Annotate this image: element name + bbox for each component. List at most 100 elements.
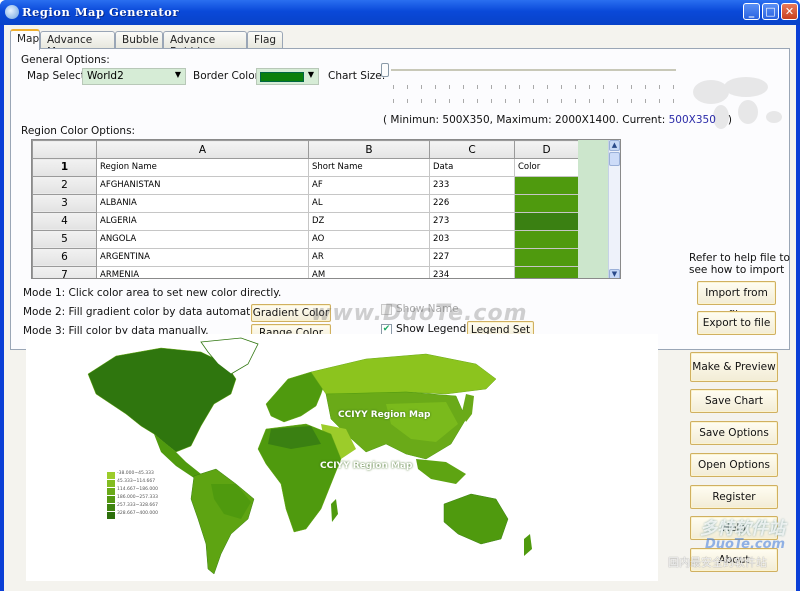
header-cell-region-name[interactable]: Region Name bbox=[96, 158, 309, 177]
cell-short-name[interactable]: DZ bbox=[308, 211, 430, 231]
chart-size-label: Chart Size: bbox=[328, 70, 386, 82]
app-icon bbox=[5, 5, 19, 19]
slider-tick bbox=[575, 85, 576, 89]
cell-color[interactable] bbox=[514, 247, 579, 267]
import-from-file-button[interactable]: Import from file bbox=[697, 281, 776, 321]
table-row: 5 ANGOLA AO 203 bbox=[32, 229, 579, 249]
column-header-c[interactable]: C bbox=[429, 140, 515, 159]
header-cell-data[interactable]: Data bbox=[429, 158, 515, 177]
chart-size-slider-thumb[interactable] bbox=[381, 63, 389, 77]
row-header[interactable]: 3 bbox=[32, 193, 97, 213]
cell-region-name[interactable]: ALGERIA bbox=[96, 211, 309, 231]
slider-tick bbox=[421, 99, 422, 103]
slider-tick bbox=[575, 99, 576, 103]
row-header[interactable]: 7 bbox=[32, 265, 97, 278]
region-table: A B C D 1 Region Name Short Name Data Co… bbox=[32, 140, 579, 278]
slider-tick bbox=[519, 99, 520, 103]
cell-short-name[interactable]: AL bbox=[308, 193, 430, 213]
cell-region-name[interactable]: AFGHANISTAN bbox=[96, 175, 309, 195]
brand-tagline: 国内最安全的软件站 bbox=[668, 556, 767, 569]
map-select-dropdown[interactable]: World2 ▼ bbox=[82, 68, 186, 85]
border-color-picker[interactable]: ▼ bbox=[256, 68, 319, 85]
cell-data[interactable]: 227 bbox=[429, 247, 515, 267]
scroll-down-icon[interactable]: ▼ bbox=[609, 269, 620, 278]
chart-size-slider-track[interactable] bbox=[391, 69, 676, 71]
minimize-button[interactable]: _ bbox=[743, 3, 760, 20]
title-bar[interactable]: Region Map Generator _ □ ✕ bbox=[0, 0, 800, 25]
cell-data[interactable]: 234 bbox=[429, 265, 515, 278]
save-chart-button[interactable]: Save Chart bbox=[690, 389, 778, 413]
color-swatch bbox=[515, 195, 578, 211]
column-header-a[interactable]: A bbox=[96, 140, 309, 159]
column-header-b[interactable]: B bbox=[308, 140, 430, 159]
row-header[interactable]: 2 bbox=[32, 175, 97, 195]
export-to-file-button[interactable]: Export to file bbox=[697, 311, 776, 335]
mode1-text: Mode 1: Click color area to set new colo… bbox=[23, 287, 282, 299]
row-header[interactable]: 1 bbox=[32, 158, 97, 177]
cell-color[interactable] bbox=[514, 211, 579, 231]
border-color-label: Border Color: bbox=[193, 70, 263, 82]
grid-vertical-scrollbar[interactable]: ▲ ▼ bbox=[608, 140, 620, 278]
legend-label: 257.333~328.667 bbox=[117, 503, 158, 508]
cell-region-name[interactable]: ARGENTINA bbox=[96, 247, 309, 267]
cell-color[interactable] bbox=[514, 265, 579, 278]
header-cell-short-name[interactable]: Short Name bbox=[308, 158, 430, 177]
cell-data[interactable]: 226 bbox=[429, 193, 515, 213]
size-info-current: 500X350 bbox=[668, 114, 716, 126]
cell-data[interactable]: 273 bbox=[429, 211, 515, 231]
mode2-text: Mode 2: Fill gradient color by data auto… bbox=[23, 306, 280, 318]
table-row: 4 ALGERIA DZ 273 bbox=[32, 211, 579, 231]
register-button[interactable]: Register bbox=[690, 485, 778, 509]
tab-advance-bubble[interactable]: Advance Bubble bbox=[163, 31, 247, 58]
save-options-button[interactable]: Save Options bbox=[690, 421, 778, 445]
cell-color[interactable] bbox=[514, 175, 579, 195]
table-header-row: 1 Region Name Short Name Data Color bbox=[32, 158, 579, 177]
minimize-icon: _ bbox=[748, 5, 755, 18]
scroll-thumb[interactable] bbox=[609, 152, 620, 166]
region-new-zealand bbox=[524, 534, 532, 556]
site-watermark: www.DuoTe.com bbox=[311, 301, 528, 326]
make-preview-button[interactable]: Make & Preview bbox=[690, 352, 778, 382]
window-title: Region Map Generator bbox=[22, 5, 179, 19]
cell-region-name[interactable]: ALBANIA bbox=[96, 193, 309, 213]
scroll-up-icon[interactable]: ▲ bbox=[609, 140, 620, 151]
header-cell-color[interactable]: Color bbox=[514, 158, 579, 177]
border-color-swatch bbox=[260, 72, 304, 82]
brand-en: DuoTe.com bbox=[705, 537, 786, 552]
slider-tick bbox=[659, 99, 660, 103]
region-data-grid[interactable]: A B C D 1 Region Name Short Name Data Co… bbox=[31, 139, 621, 279]
close-button[interactable]: ✕ bbox=[781, 3, 798, 20]
color-swatch bbox=[515, 177, 578, 193]
cell-region-name[interactable]: ANGOLA bbox=[96, 229, 309, 249]
slider-tick bbox=[505, 85, 506, 89]
legend-label: 114.667~186.000 bbox=[117, 487, 158, 492]
color-swatch bbox=[515, 267, 578, 278]
cell-data[interactable]: 203 bbox=[429, 229, 515, 249]
row-header[interactable]: 6 bbox=[32, 247, 97, 267]
cell-color[interactable] bbox=[514, 193, 579, 213]
tab-advance-map[interactable]: Advance Map bbox=[40, 31, 115, 58]
tab-map[interactable]: Map bbox=[10, 29, 40, 50]
table-row: 6 ARGENTINA AR 227 bbox=[32, 247, 579, 267]
maximize-button[interactable]: □ bbox=[762, 3, 779, 20]
cell-short-name[interactable]: AF bbox=[308, 175, 430, 195]
open-options-button[interactable]: Open Options bbox=[690, 453, 778, 477]
legend-swatch bbox=[107, 504, 115, 511]
slider-tick bbox=[477, 85, 478, 89]
column-header-d[interactable]: D bbox=[514, 140, 579, 159]
tab-flag[interactable]: Flag bbox=[247, 31, 283, 49]
cell-short-name[interactable]: AR bbox=[308, 247, 430, 267]
cell-short-name[interactable]: AM bbox=[308, 265, 430, 278]
slider-ticks-top bbox=[393, 85, 676, 89]
row-header[interactable]: 4 bbox=[32, 211, 97, 231]
slider-tick bbox=[617, 99, 618, 103]
tab-bubble[interactable]: Bubble bbox=[115, 31, 163, 49]
chart-size-info: ( Minimun: 500X350, Maximum: 2000X1400. … bbox=[383, 114, 732, 126]
cell-region-name[interactable]: ARMENIA bbox=[96, 265, 309, 278]
cell-color[interactable] bbox=[514, 229, 579, 249]
row-header[interactable]: 5 bbox=[32, 229, 97, 249]
slider-tick bbox=[477, 99, 478, 103]
cell-data[interactable]: 233 bbox=[429, 175, 515, 195]
corner-cell[interactable] bbox=[32, 140, 97, 159]
cell-short-name[interactable]: AO bbox=[308, 229, 430, 249]
